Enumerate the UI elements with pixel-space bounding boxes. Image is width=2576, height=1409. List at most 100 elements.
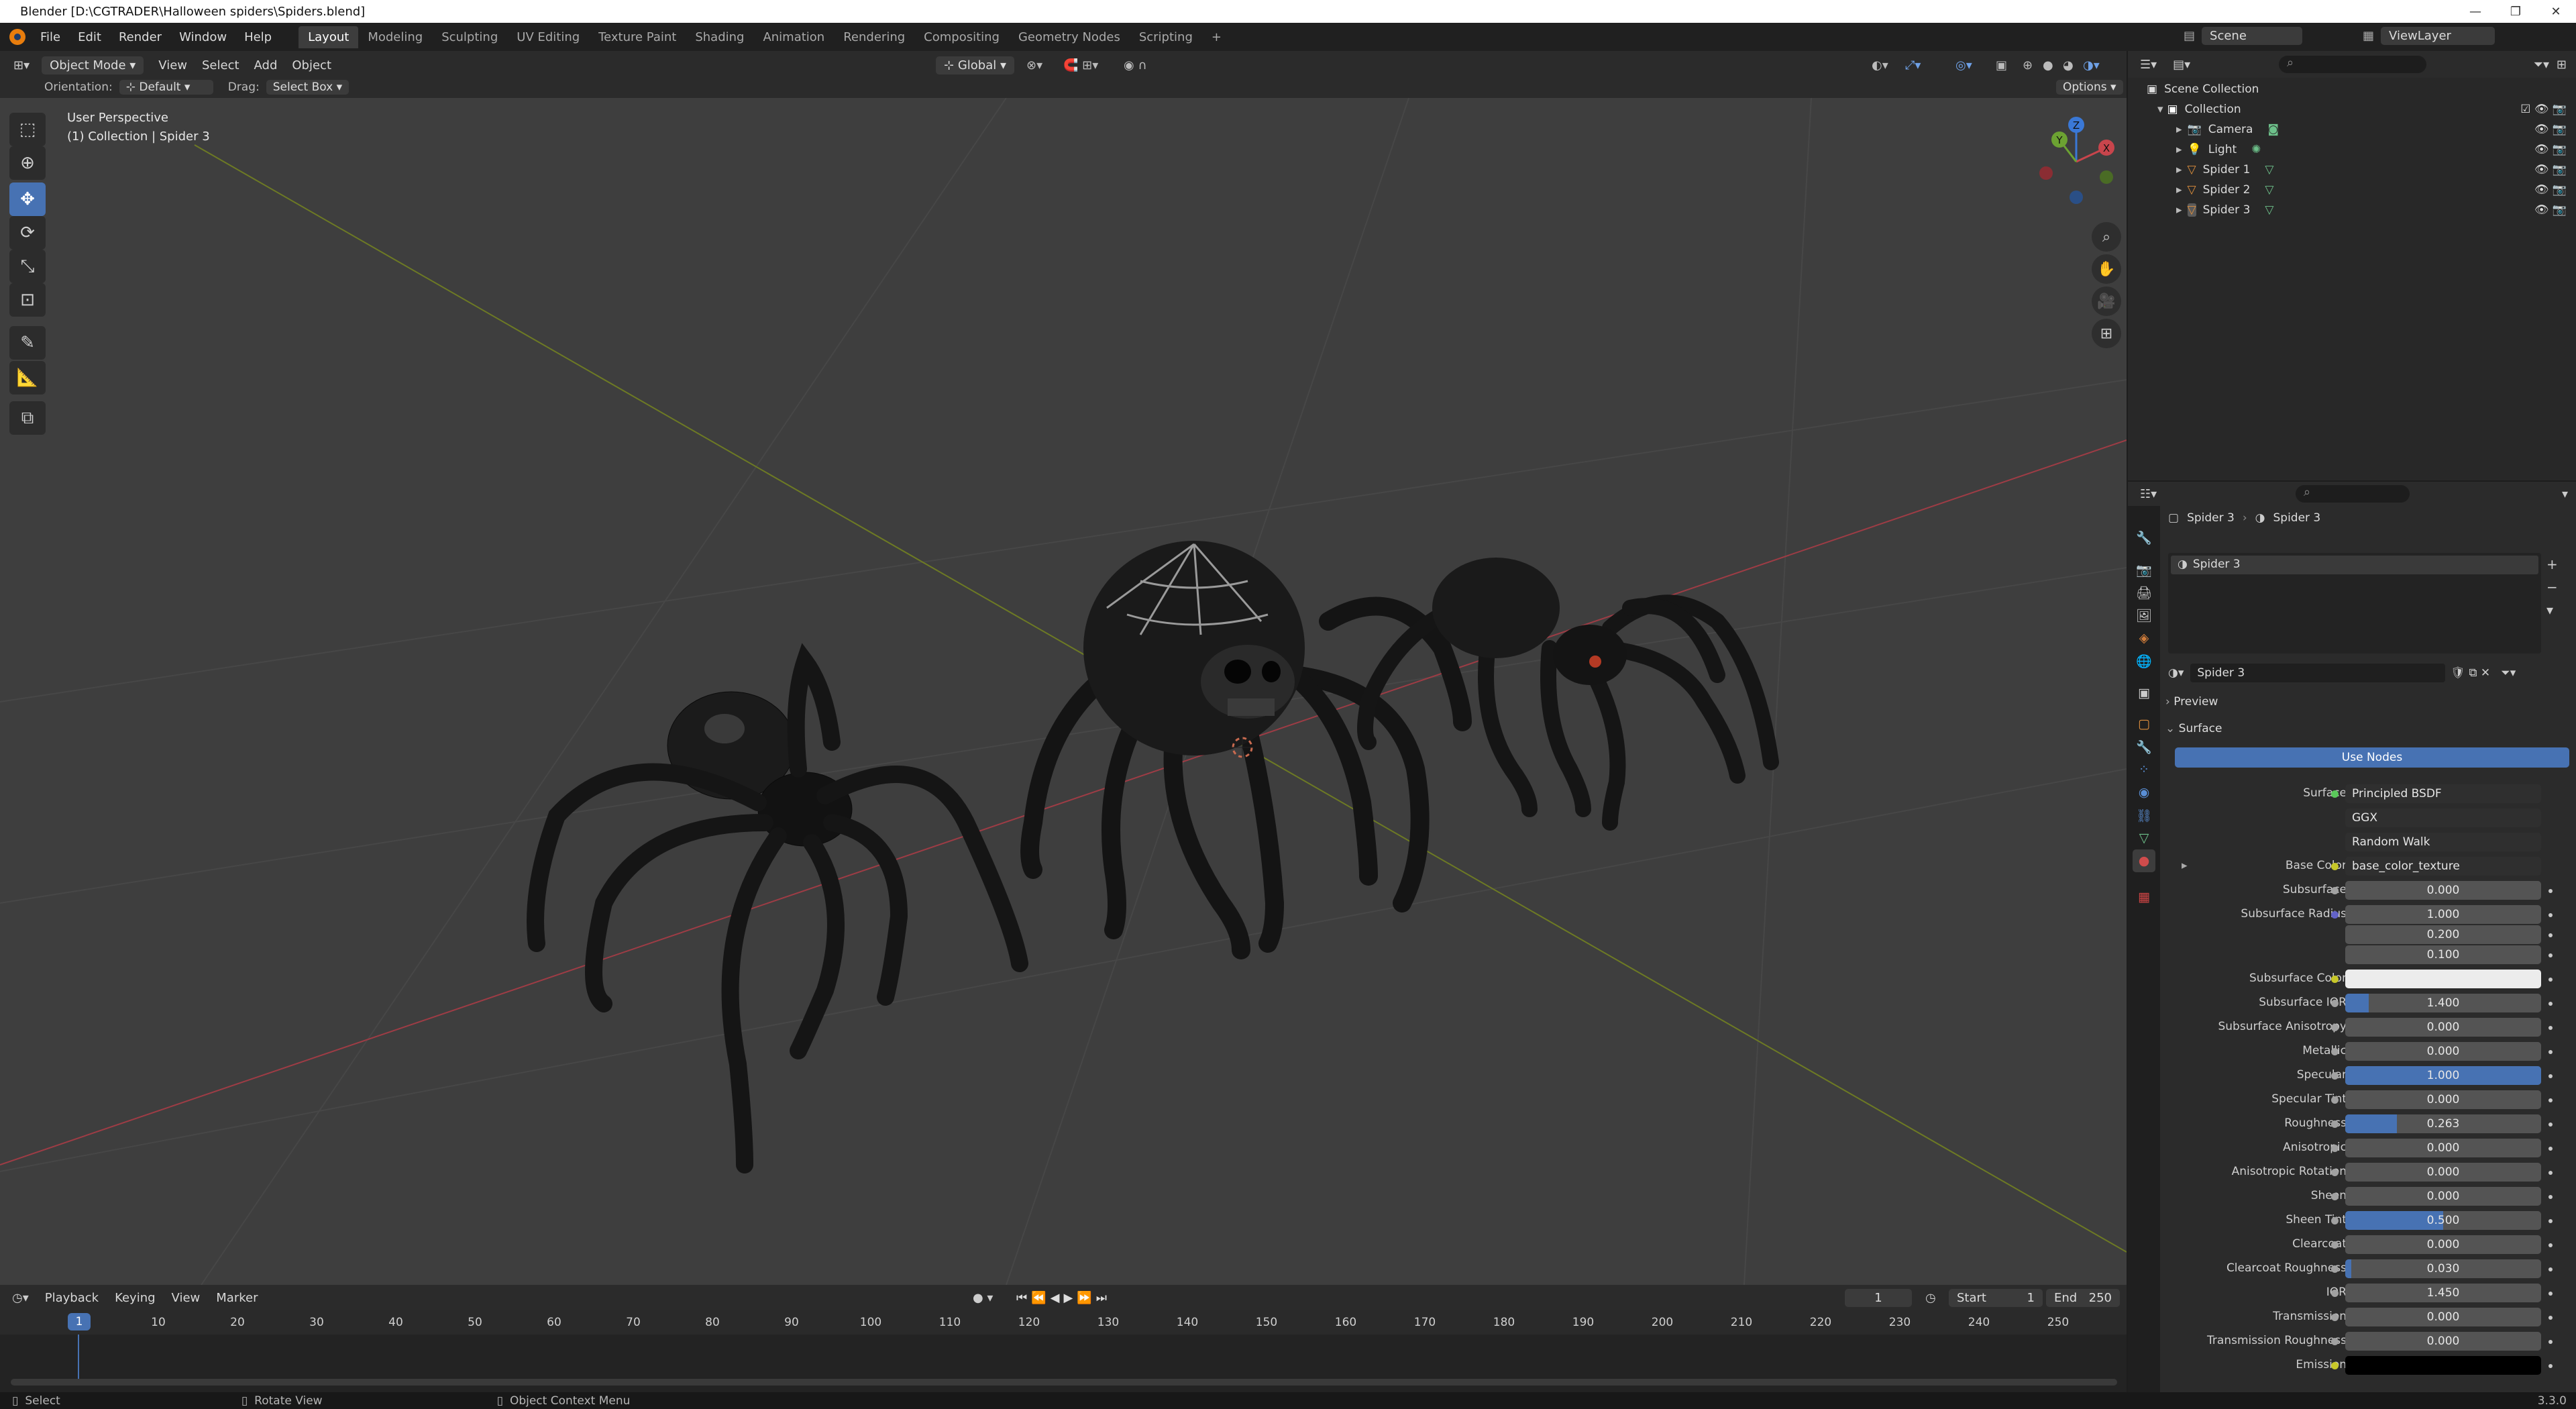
tab-sculpting[interactable]: Sculpting: [432, 26, 507, 48]
keyframe-dot-icon[interactable]: [2548, 1147, 2553, 1151]
navigation-gizmo[interactable]: Z X Y: [2026, 111, 2127, 212]
outliner-collection[interactable]: ▾ ▣ Collection ☑ 👁 📷: [2157, 99, 2576, 119]
param-value-field[interactable]: 0.000: [2345, 1042, 2541, 1061]
spider-2-visibility-icons[interactable]: 👁 📷: [2534, 183, 2567, 197]
timeline-menu-view[interactable]: View: [172, 1291, 201, 1305]
properties-options-icon[interactable]: ▾: [2562, 487, 2568, 501]
input-socket-icon[interactable]: [2331, 1024, 2339, 1031]
param-value-field[interactable]: 0.000: [2345, 1187, 2541, 1206]
timeline-editor-type-icon[interactable]: ◷▾: [12, 1291, 29, 1305]
param-value-field[interactable]: 1.000: [2345, 1066, 2541, 1085]
select-tool-icon[interactable]: ⬚: [9, 113, 46, 146]
playhead[interactable]: 1: [68, 1313, 91, 1330]
param-value-field[interactable]: 0.000: [2345, 1018, 2541, 1037]
blender-logo-icon[interactable]: [9, 29, 25, 45]
menu-help[interactable]: Help: [244, 30, 272, 44]
input-socket-icon[interactable]: [2331, 1169, 2339, 1176]
preview-panel[interactable]: › Preview: [2165, 695, 2218, 709]
object-tab-icon[interactable]: ▢: [2133, 713, 2155, 735]
gizmo-toggle-icon[interactable]: ⤢▾: [1905, 58, 1921, 72]
surface-shader-field[interactable]: Principled BSDF: [2345, 784, 2541, 803]
input-socket-icon[interactable]: [2331, 1241, 2339, 1249]
zoom-icon[interactable]: ⌕: [2092, 222, 2121, 252]
keyframe-dot-icon[interactable]: [2548, 1292, 2553, 1296]
input-socket-icon[interactable]: [2331, 1072, 2339, 1080]
display-mode-icon[interactable]: ▤▾: [2173, 58, 2190, 72]
tab-modeling[interactable]: Modeling: [358, 26, 432, 48]
fake-user-icon[interactable]: 🛡 ⧉ ✕: [2451, 666, 2490, 680]
maximize-button[interactable]: ❐: [2496, 0, 2536, 23]
menu-window[interactable]: Window: [179, 30, 227, 44]
camera-visibility-icons[interactable]: 👁 📷: [2534, 123, 2567, 136]
menu-render[interactable]: Render: [119, 30, 162, 44]
input-socket-icon[interactable]: [2331, 1145, 2339, 1152]
input-socket-icon[interactable]: [2331, 1338, 2339, 1345]
outliner-scene-collection[interactable]: ▣ Scene Collection: [2147, 79, 2259, 99]
keyframe-dot-icon[interactable]: [2548, 1243, 2553, 1247]
close-button[interactable]: ✕: [2536, 0, 2576, 23]
properties-search-input[interactable]: ⌕: [2296, 485, 2410, 503]
input-socket-icon[interactable]: [2331, 887, 2339, 894]
timeline-menu-keying[interactable]: Keying: [115, 1291, 155, 1305]
pan-hand-icon[interactable]: ✋: [2092, 254, 2121, 284]
keyframe-dot-icon[interactable]: [2548, 1123, 2553, 1127]
keyframe-dot-icon[interactable]: [2548, 1050, 2553, 1054]
tab-shading[interactable]: Shading: [686, 26, 753, 48]
link-icon[interactable]: ⏷▾: [2501, 666, 2516, 680]
param-value-field[interactable]: 0.030: [2345, 1259, 2541, 1278]
drag-selector[interactable]: Select Box ▾: [266, 80, 350, 95]
keyframe-dot-icon[interactable]: [2548, 1171, 2553, 1175]
param-value-field[interactable]: 0.100: [2345, 945, 2541, 964]
expand-icon[interactable]: ▸: [2182, 859, 2188, 872]
keyframe-dot-icon[interactable]: [2548, 978, 2553, 982]
options-button[interactable]: Options ▾: [2056, 80, 2123, 95]
end-frame-field[interactable]: End 250: [2046, 1288, 2120, 1307]
keyframe-dot-icon[interactable]: [2548, 1002, 2553, 1006]
tab-animation[interactable]: Animation: [753, 26, 834, 48]
outliner-search-input[interactable]: ⌕: [2279, 56, 2426, 73]
param-value-field[interactable]: 0.200: [2345, 925, 2541, 944]
param-value-field[interactable]: 0.000: [2345, 1139, 2541, 1157]
shading-rendered-icon[interactable]: ◑▾: [2083, 58, 2100, 72]
properties-editor-type-icon[interactable]: ☷▾: [2140, 487, 2157, 501]
current-frame-field[interactable]: 1: [1845, 1288, 1912, 1307]
world-tab-icon[interactable]: 🌐: [2133, 649, 2155, 672]
keyframe-dot-icon[interactable]: [2548, 1340, 2553, 1344]
xray-icon[interactable]: ▣: [1996, 58, 2007, 72]
keyframe-dot-icon[interactable]: [2548, 953, 2553, 957]
mode-selector[interactable]: Object Mode ▾: [42, 56, 144, 74]
input-socket-icon[interactable]: [2331, 1193, 2339, 1200]
3d-viewport[interactable]: User Perspective (1) Collection | Spider…: [0, 98, 2127, 1285]
scene-tab-icon[interactable]: ◈: [2133, 627, 2155, 649]
start-frame-field[interactable]: Start 1: [1949, 1288, 2043, 1307]
color-socket-icon[interactable]: [2331, 863, 2339, 870]
spider-1-model[interactable]: [527, 643, 1028, 1173]
overlay-toggle-icon[interactable]: ◎▾: [1955, 58, 1972, 72]
annotate-tool-icon[interactable]: ✎: [9, 326, 46, 360]
playback-controls[interactable]: ⏮⏪◀▶⏩⏭: [1016, 1291, 1111, 1305]
minimize-button[interactable]: —: [2455, 0, 2496, 23]
keyframe-dot-icon[interactable]: [2548, 1195, 2553, 1199]
param-value-field[interactable]: 0.000: [2345, 881, 2541, 900]
output-tab-icon[interactable]: 🖨: [2133, 581, 2155, 604]
outliner-item-camera[interactable]: ▸ 📷 Camera ◙ 👁 📷: [2176, 119, 2576, 140]
collection-visibility-icons[interactable]: ☑ 👁 📷: [2520, 103, 2567, 116]
tab-compositing[interactable]: Compositing: [914, 26, 1009, 48]
light-visibility-icons[interactable]: 👁 📷: [2534, 143, 2567, 156]
timeline-scrollbar[interactable]: [11, 1379, 2117, 1386]
spider-2-model[interactable]: [1020, 541, 1472, 959]
view-layer-tab-icon[interactable]: 🖼: [2133, 604, 2155, 627]
param-value-field[interactable]: 0.000: [2345, 1090, 2541, 1109]
transform-orientation-selector[interactable]: ⊹ Global ▾: [936, 56, 1014, 74]
pivot-icon[interactable]: ⊗▾: [1026, 58, 1042, 72]
base-color-field[interactable]: base_color_texture: [2345, 857, 2541, 876]
keyframe-dot-icon[interactable]: [2548, 1364, 2553, 1368]
material-name-field[interactable]: Spider 3: [2190, 664, 2446, 682]
scale-tool-icon[interactable]: ⤡: [9, 250, 46, 283]
move-tool-icon[interactable]: ✥: [9, 182, 46, 216]
record-toggle-icon[interactable]: ● ▾: [973, 1291, 993, 1305]
input-socket-icon[interactable]: [2331, 1120, 2339, 1128]
param-value-field[interactable]: 1.000: [2345, 905, 2541, 924]
tab-geometry-nodes[interactable]: Geometry Nodes: [1009, 26, 1130, 48]
scene-selector[interactable]: Scene: [2202, 27, 2303, 45]
